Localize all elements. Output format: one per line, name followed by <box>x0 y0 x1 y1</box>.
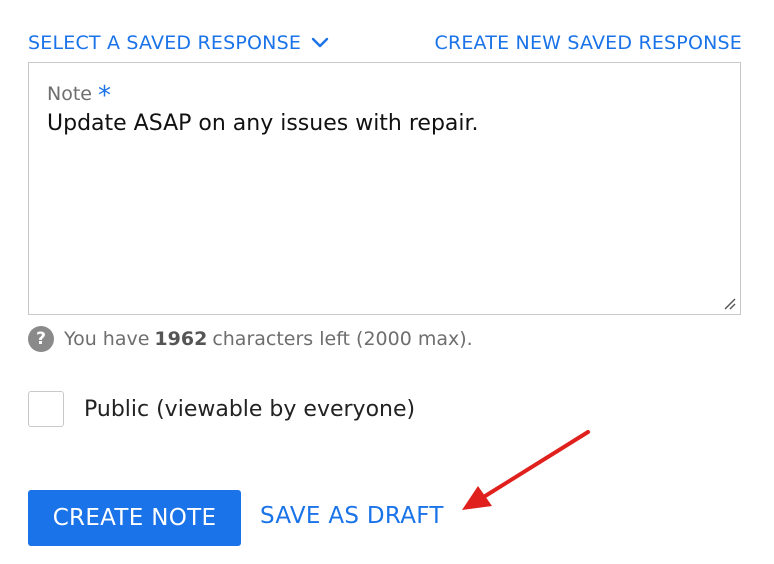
create-note-button[interactable]: CREATE NOTE <box>28 490 241 546</box>
resize-handle-icon[interactable] <box>722 296 736 310</box>
save-as-draft-button[interactable]: SAVE AS DRAFT <box>260 503 444 529</box>
select-saved-response-dropdown[interactable]: SELECT A SAVED RESPONSE <box>28 32 329 54</box>
note-field-label: Note * <box>47 77 111 111</box>
select-saved-response-label: SELECT A SAVED RESPONSE <box>28 32 302 54</box>
create-saved-response-link[interactable]: CREATE NEW SAVED RESPONSE <box>434 32 742 54</box>
saved-response-bar: SELECT A SAVED RESPONSE CREATE NEW SAVED… <box>28 30 742 56</box>
question-circle-icon: ? <box>28 326 54 352</box>
note-value: Update ASAP on any issues with repair. <box>47 111 479 136</box>
characters-left-count: 1962 <box>154 328 208 350</box>
note-textarea[interactable]: Note * Update ASAP on any issues with rep… <box>28 62 741 315</box>
note-label-text: Note <box>47 83 92 105</box>
public-option: Public (viewable by everyone) <box>28 391 415 427</box>
annotation-arrow-icon <box>462 430 590 510</box>
help-suffix: characters left (2000 max). <box>212 328 473 350</box>
public-checkbox-label[interactable]: Public (viewable by everyone) <box>84 397 415 422</box>
help-prefix: You have <box>64 328 150 350</box>
public-checkbox[interactable] <box>28 391 64 427</box>
chevron-down-icon <box>311 37 329 48</box>
character-count-help: ? You have 1962 characters left (2000 ma… <box>28 326 473 352</box>
required-marker: * <box>97 81 111 111</box>
